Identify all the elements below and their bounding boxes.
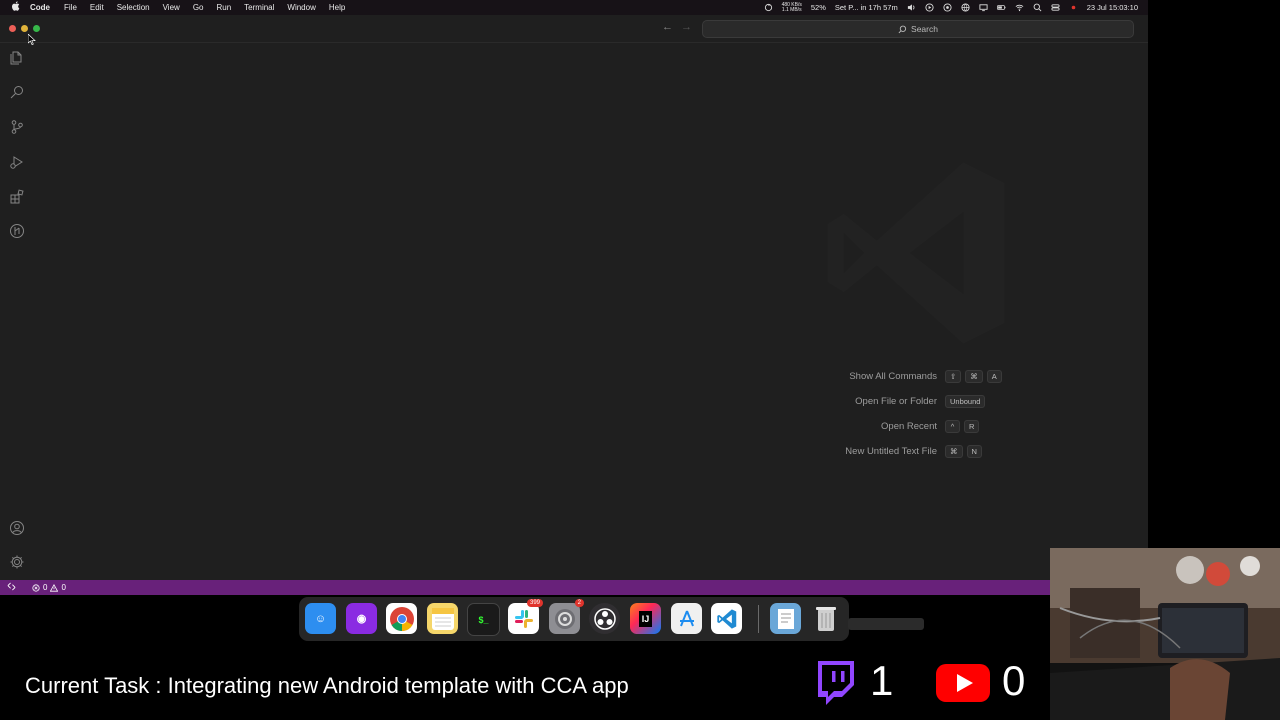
menu-terminal[interactable]: Terminal — [244, 3, 274, 12]
vscode-icon[interactable] — [711, 603, 742, 634]
forward-arrow-icon[interactable]: → — [681, 21, 692, 33]
search-icon[interactable] — [8, 83, 26, 101]
shortcut-key: N — [966, 444, 982, 458]
spotlight-search-icon[interactable] — [1033, 3, 1042, 12]
menubar-datetime[interactable]: 23 Jul 15:03:10 — [1087, 3, 1138, 12]
terminal-icon[interactable]: $_ — [467, 603, 500, 636]
shortcut-open-recent[interactable]: Open Recent ^ R — [780, 419, 983, 433]
menu-run[interactable]: Run — [216, 3, 231, 12]
trash-icon[interactable] — [810, 603, 841, 634]
slack-badge: 399 — [526, 599, 543, 607]
globe-icon[interactable] — [961, 3, 970, 12]
shortcut-key: A — [986, 369, 1002, 383]
youtube-icon — [936, 664, 990, 702]
window-close-button[interactable] — [9, 25, 16, 32]
remote-indicator-icon[interactable] — [0, 582, 22, 593]
shortcut-key: ⇧ — [945, 369, 962, 383]
shortcut-open-file-or-folder[interactable]: Open File or Folder Unbound — [780, 394, 989, 408]
source-control-icon[interactable] — [8, 118, 26, 136]
shortcut-new-untitled-file[interactable]: New Untitled Text File ⌘ N — [780, 444, 986, 458]
documents-icon[interactable] — [770, 603, 801, 634]
menu-selection[interactable]: Selection — [117, 3, 150, 12]
command-center-search[interactable]: Search — [702, 20, 1134, 38]
sync-icon[interactable] — [764, 3, 773, 12]
menu-edit[interactable]: Edit — [90, 3, 104, 12]
network-speed[interactable]: 480 KB/s 1.1 MB/s — [781, 2, 802, 13]
podcasts-icon[interactable]: ◉ — [346, 603, 377, 634]
account-icon[interactable] — [8, 519, 26, 537]
vscode-watermark-icon — [827, 162, 1005, 344]
volume-icon[interactable] — [907, 3, 916, 12]
system-preferences-icon[interactable]: 2 — [549, 599, 584, 634]
obs-icon[interactable] — [589, 603, 620, 634]
files-icon[interactable] — [8, 49, 26, 67]
shortcut-key: ⌘ — [965, 369, 983, 383]
menubar-status-area: 480 KB/s 1.1 MB/s 52% Set P... in 17h 57… — [764, 0, 1138, 15]
shortcut-key: ⌘ — [945, 444, 963, 458]
webcam-image — [1050, 548, 1280, 720]
wifi-icon[interactable] — [1015, 3, 1024, 12]
shortcut-label: Show All Commands — [849, 370, 937, 382]
app-store-icon[interactable] — [671, 603, 702, 634]
window-minimize-button[interactable] — [21, 25, 28, 32]
problems-indicator[interactable]: 0 0 — [32, 583, 66, 592]
shortcut-label: New Untitled Text File — [845, 445, 937, 457]
run-debug-icon[interactable] — [8, 153, 26, 171]
menu-code[interactable]: Code — [30, 3, 50, 12]
macos-dock: ☺ ◉ $_ 399 2 IJ — [299, 597, 849, 641]
error-icon — [32, 583, 40, 592]
shortcut-show-all-commands[interactable]: Show All Commands ⇧ ⌘ A — [780, 369, 1006, 383]
apple-menu-icon[interactable] — [0, 1, 30, 14]
warning-count: 0 — [61, 583, 66, 592]
macos-menu-bar: Code File Edit Selection View Go Run Ter… — [0, 0, 1148, 15]
status-bar: 0 0 — [0, 580, 1050, 595]
back-arrow-icon[interactable]: ← — [662, 21, 673, 33]
shortcut-label: Open File or Folder — [855, 395, 937, 407]
shortcut-key: Unbound — [945, 394, 986, 408]
shortcut-key: R — [964, 419, 980, 433]
dock-separator — [758, 605, 759, 633]
current-task-text: Current Task : Integrating new Android t… — [25, 673, 629, 698]
menu-window[interactable]: Window — [287, 3, 315, 12]
shortcut-key: ^ — [945, 419, 960, 433]
extensions-icon[interactable] — [8, 188, 26, 206]
system-preferences-badge: 2 — [574, 599, 584, 607]
window-zoom-button[interactable] — [33, 25, 40, 32]
command-center-label: Search — [911, 24, 938, 34]
slack-icon[interactable]: 399 — [508, 599, 543, 634]
vpn-icon[interactable] — [943, 3, 952, 12]
mouse-cursor-icon — [28, 34, 36, 45]
error-count: 0 — [43, 583, 48, 592]
network-download: 1.1 MB/s — [781, 6, 802, 13]
display-icon[interactable] — [979, 3, 988, 12]
control-center-icon[interactable] — [1051, 3, 1060, 12]
youtube-count: 0 — [1002, 657, 1026, 704]
webcam-feed — [1050, 548, 1280, 720]
shortcut-label: Open Recent — [881, 420, 937, 432]
reminder-text[interactable]: Set P... in 17h 57m — [835, 3, 898, 12]
search-icon — [898, 25, 907, 33]
settings-gear-icon[interactable] — [8, 553, 26, 571]
chrome-icon[interactable] — [386, 603, 417, 634]
menu-file[interactable]: File — [64, 3, 77, 12]
intellij-icon[interactable]: IJ — [630, 603, 661, 634]
play-icon[interactable] — [925, 3, 934, 12]
notification-dot-icon — [1069, 3, 1078, 12]
menu-go[interactable]: Go — [193, 3, 204, 12]
menu-view[interactable]: View — [163, 3, 180, 12]
title-bar: ← → Search — [0, 15, 1148, 43]
finder-icon[interactable]: ☺ — [305, 603, 336, 634]
notes-icon[interactable] — [427, 603, 458, 634]
battery-icon[interactable] — [996, 3, 1006, 12]
dock-adjacent-popup — [848, 618, 924, 630]
vscode-window: ← → Search — [0, 15, 1148, 595]
activity-bar — [0, 43, 34, 581]
git-graph-icon[interactable] — [8, 222, 26, 240]
warning-icon — [50, 583, 59, 592]
battery-percent[interactable]: 52% — [811, 3, 826, 12]
twitch-icon — [818, 661, 854, 705]
menu-help[interactable]: Help — [329, 3, 345, 12]
twitch-count: 1 — [870, 657, 894, 704]
